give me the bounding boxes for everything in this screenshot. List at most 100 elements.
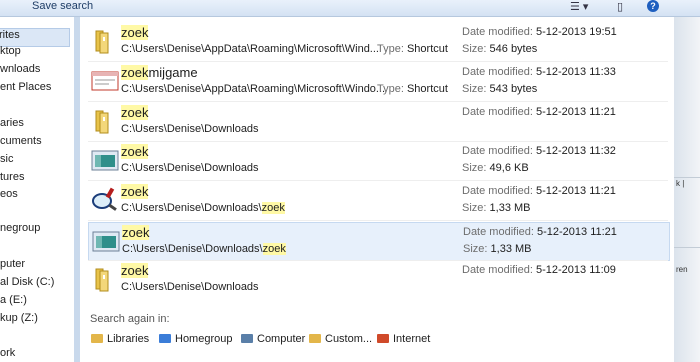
search-again-internet-link[interactable]: Internet xyxy=(376,332,430,345)
path-text: C:\Users\Denise\AppData\Roaming\Microsof… xyxy=(121,83,386,95)
date-label: Date modified: xyxy=(463,226,534,238)
date-label: Date modified: xyxy=(462,106,533,118)
application-icon xyxy=(91,146,119,174)
background-window: k | ren xyxy=(674,17,700,362)
search-again-computer-link[interactable]: Computer xyxy=(240,332,305,345)
size-label: Size: xyxy=(462,202,487,214)
result-row[interactable]: zoek C:\Users\Denise\AppData\Roaming\Micr… xyxy=(88,23,668,60)
path-text: C:\Users\Denise\Downloads xyxy=(121,123,259,135)
result-type: Type: Shortcut xyxy=(377,83,448,95)
preview-pane-icon[interactable]: ▯ xyxy=(617,0,623,13)
result-path: C:\Users\Denise\AppData\Roaming\Microsof… xyxy=(121,43,379,55)
nav-item[interactable]: al Disk (C:) xyxy=(0,276,54,288)
result-name: zoek xyxy=(121,263,149,278)
row-divider xyxy=(88,180,668,181)
save-search-button[interactable]: Save search xyxy=(32,0,93,12)
size-value: 49,6 KB xyxy=(489,162,529,174)
nav-item[interactable]: a (E:) xyxy=(0,294,27,306)
nav-item[interactable]: ork xyxy=(0,347,15,359)
date-label: Date modified: xyxy=(462,66,533,78)
row-divider xyxy=(88,101,668,102)
background-text: ren xyxy=(676,265,688,274)
result-row[interactable]: zoek C:\Users\Denise\Downloads Date modifi… xyxy=(88,142,668,179)
search-results-pane: Search again in: Libraries Homegroup Compu… xyxy=(80,17,674,362)
type-value: Shortcut xyxy=(406,43,448,55)
search-again-homegroup-link[interactable]: Homegroup xyxy=(158,332,232,345)
navigation-pane: rites ktop wnloads ent Places aries cuments si… xyxy=(0,17,74,362)
nav-item[interactable]: cuments xyxy=(0,135,42,147)
result-size: Size: 543 bytes xyxy=(462,83,537,95)
date-label: Date modified: xyxy=(462,26,533,38)
result-row[interactable]: zoek C:\Users\Denise\Downloads Date modifi… xyxy=(88,261,668,298)
date-label: Date modified: xyxy=(462,264,533,276)
path-text: C:\Users\Denise\Downloads\ xyxy=(122,243,263,255)
nav-item[interactable]: kup (Z:) xyxy=(0,312,38,324)
size-label: Size: xyxy=(463,243,488,255)
application-icon xyxy=(92,227,120,255)
libraries-icon xyxy=(90,332,104,344)
result-row[interactable]: zoek C:\Users\Denise\Downloads Date modifi… xyxy=(88,103,668,140)
nav-item[interactable]: ent Places xyxy=(0,81,51,93)
result-path: C:\Users\Denise\Downloads\zoek xyxy=(121,202,285,214)
link-label: Computer xyxy=(257,333,306,345)
nav-item[interactable]: sic xyxy=(0,153,13,165)
path-text: C:\Users\Denise\Downloads xyxy=(121,162,259,174)
result-path: C:\Users\Denise\Downloads xyxy=(121,123,259,135)
computer-icon xyxy=(240,332,254,344)
date-value: 5-12-2013 19:51 xyxy=(536,26,617,38)
custom-folder-icon xyxy=(308,332,322,344)
name-highlight: zoek xyxy=(121,263,149,278)
search-again-libraries-link[interactable]: Libraries xyxy=(90,332,149,345)
folder-icon xyxy=(91,27,119,55)
path-text: C:\Users\Denise\AppData\Roaming\Microsof… xyxy=(121,43,379,55)
result-date: Date modified: 5-12-2013 19:51 xyxy=(462,26,617,38)
date-value: 5-12-2013 11:09 xyxy=(536,264,616,276)
result-path: C:\Users\Denise\AppData\Roaming\Microsof… xyxy=(121,83,385,95)
result-type: Type: Shortcut xyxy=(377,43,448,55)
size-label: Size: xyxy=(462,43,487,55)
nav-item[interactable]: tures xyxy=(0,171,24,183)
result-date: Date modified: 5-12-2013 11:09 xyxy=(462,264,616,276)
date-value: 5-12-2013 11:21 xyxy=(536,185,616,197)
name-highlight: zoek xyxy=(121,184,149,199)
link-label: Internet xyxy=(393,333,431,345)
row-divider xyxy=(88,61,668,62)
date-value: 5-12-2013 11:21 xyxy=(537,226,617,238)
search-again-custom-folder-link[interactable]: Custom... xyxy=(308,332,372,345)
type-label: Type: xyxy=(377,83,404,95)
result-size: Size: 49,6 KB xyxy=(462,162,529,174)
window-icon xyxy=(91,67,119,95)
result-name: zoek xyxy=(121,184,149,199)
date-value: 5-12-2013 11:21 xyxy=(536,106,616,118)
nav-item[interactable]: negroup xyxy=(0,222,40,234)
size-value: 543 bytes xyxy=(489,83,538,95)
result-row[interactable]: zoek C:\Users\Denise\Downloads\zoek Date m… xyxy=(88,182,668,219)
nav-item[interactable]: aries xyxy=(0,117,24,129)
result-name: zoek xyxy=(121,25,149,40)
search-again-label: Search again in: xyxy=(90,313,170,325)
nav-item[interactable]: eos xyxy=(0,188,18,200)
result-path: C:\Users\Denise\Downloads xyxy=(121,281,259,293)
result-date: Date modified: 5-12-2013 11:32 xyxy=(462,145,616,157)
size-label: Size: xyxy=(462,83,487,95)
nav-item[interactable]: ktop xyxy=(0,45,21,57)
date-value: 5-12-2013 11:32 xyxy=(536,145,616,157)
result-name: zoek xyxy=(122,225,150,240)
date-value: 5-12-2013 11:33 xyxy=(536,66,616,78)
path-highlight: zoek xyxy=(262,243,286,255)
background-text: k | xyxy=(676,179,685,188)
internet-icon xyxy=(376,332,390,344)
name-rest: mijgame xyxy=(148,65,198,80)
help-icon[interactable]: ? xyxy=(647,0,659,12)
result-size: Size: 1,33 MB xyxy=(463,243,532,255)
folder-icon xyxy=(91,107,119,135)
name-highlight: zoek xyxy=(121,25,149,40)
link-label: Libraries xyxy=(107,333,150,345)
view-options-icon[interactable]: ☰ ▾ xyxy=(570,0,588,13)
nav-item[interactable]: puter xyxy=(0,258,25,270)
result-row[interactable]: zoekmijgame C:\Users\Denise\AppData\Roami… xyxy=(88,63,668,100)
result-name: zoekmijgame xyxy=(121,65,198,80)
nav-item[interactable]: wnloads xyxy=(0,63,40,75)
result-row[interactable]: zoek C:\Users\Denise\Downloads\zoek Date m… xyxy=(88,222,670,261)
result-name: zoek xyxy=(121,144,149,159)
